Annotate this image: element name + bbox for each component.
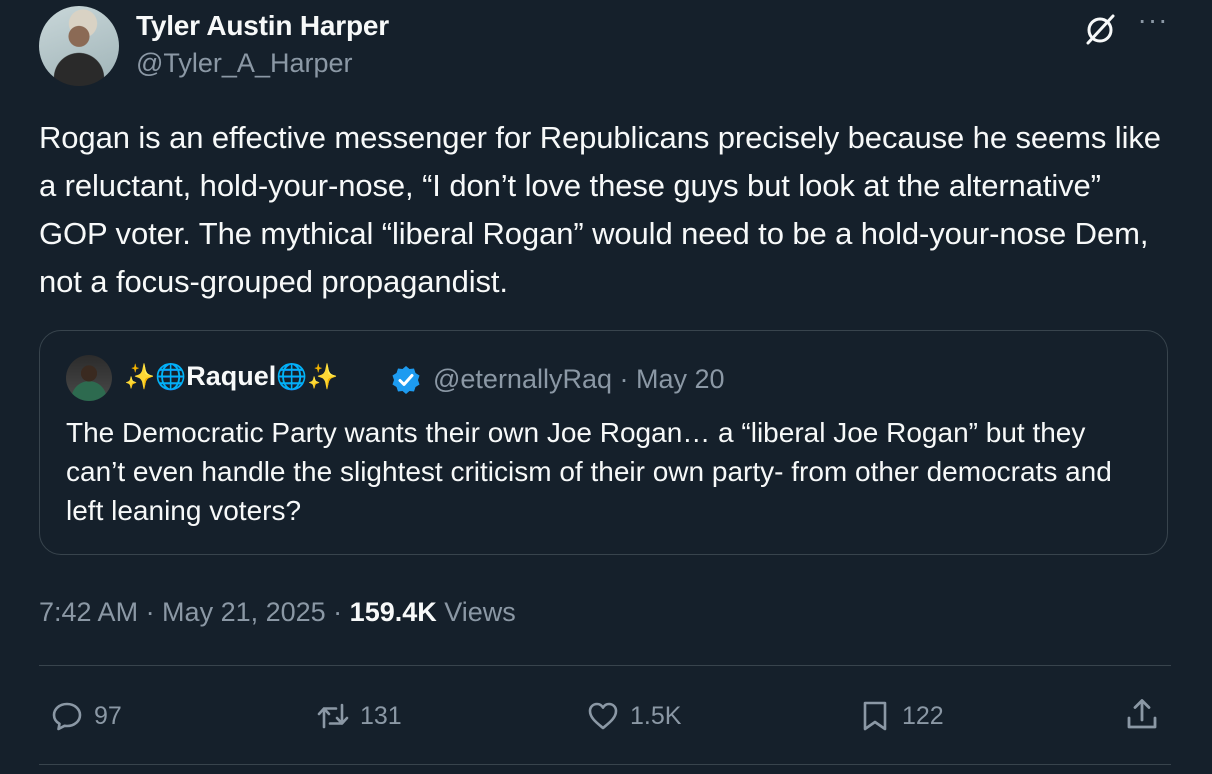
heart-icon [588, 702, 618, 730]
like-button[interactable]: 1.5K [586, 696, 681, 736]
quoted-handle-date[interactable]: @eternallyRaq · May 20 [433, 364, 725, 395]
reply-icon [52, 702, 82, 731]
quoted-name-suffix-emoji: 🌐✨ [276, 362, 339, 391]
verified-badge-icon [392, 366, 420, 394]
bookmark-icon [863, 701, 887, 731]
like-count: 1.5K [630, 701, 682, 730]
quoted-author-avatar[interactable] [66, 355, 112, 401]
author-name[interactable]: Tyler Austin Harper [136, 10, 389, 42]
tweet-text: Rogan is an effective messenger for Repu… [39, 120, 1161, 299]
quoted-author-name[interactable]: ✨🌐Raquel🌐✨ [124, 361, 339, 392]
tweet: Tyler Austin Harper @Tyler_A_Harper ··· … [0, 0, 1212, 774]
divider [39, 764, 1171, 765]
repost-count: 131 [360, 701, 402, 730]
tweet-timestamp[interactable]: 7:42 AM · May 21, 2025 · [39, 597, 350, 627]
repost-icon [317, 703, 349, 729]
divider [39, 665, 1171, 666]
quoted-name-text: Raquel [186, 361, 277, 391]
quoted-tweet-text: The Democratic Party wants their own Joe… [66, 417, 1112, 526]
tweet-meta: 7:42 AM · May 21, 2025 · 159.4K Views [39, 597, 516, 628]
bookmark-count: 122 [902, 701, 944, 730]
reply-count: 97 [94, 701, 122, 730]
author-avatar[interactable] [39, 6, 119, 86]
grok-icon[interactable] [1083, 13, 1117, 47]
quoted-tweet[interactable]: ✨🌐Raquel🌐✨ @eternallyRaq · May 20 The De… [39, 330, 1168, 555]
more-icon[interactable]: ··· [1136, 6, 1170, 40]
views-count: 159.4K [349, 597, 437, 627]
bookmark-button[interactable]: 122 [858, 696, 944, 736]
quoted-name-prefix-emoji: ✨🌐 [124, 362, 187, 391]
reply-button[interactable]: 97 [50, 696, 122, 736]
views-label: Views [436, 597, 516, 627]
share-icon[interactable] [1124, 696, 1160, 732]
author-handle[interactable]: @Tyler_A_Harper [136, 48, 353, 79]
repost-button[interactable]: 131 [316, 696, 402, 736]
